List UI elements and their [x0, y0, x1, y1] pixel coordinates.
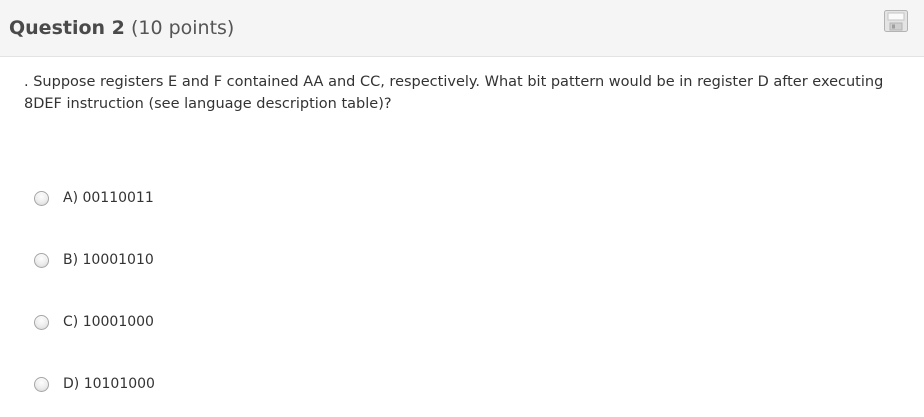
answer-option-a[interactable]: A) 00110011 [34, 186, 154, 210]
answer-option-d[interactable]: D) 10101000 [34, 372, 155, 396]
question-header: Question 2 (10 points) [0, 0, 924, 57]
answer-option-label: A) 00110011 [63, 190, 154, 206]
answer-option-c[interactable]: C) 10001000 [34, 310, 154, 334]
radio-button[interactable] [34, 190, 49, 206]
question-points: (10 points) [130, 17, 235, 39]
floppy-disk-icon [884, 10, 908, 32]
answer-option-label: B) 10001010 [63, 252, 154, 268]
answer-option-label: D) 10101000 [63, 376, 155, 392]
answer-option-b[interactable]: B) 10001010 [34, 248, 154, 272]
save-button[interactable] [884, 10, 908, 32]
question-number: Question 2 [9, 17, 125, 39]
radio-button[interactable] [34, 376, 49, 392]
question-title: Question 2 (10 points) [9, 16, 234, 40]
answer-option-label: C) 10001000 [63, 314, 154, 330]
question-text: . Suppose registers E and F contained AA… [24, 74, 884, 112]
radio-button[interactable] [34, 252, 49, 268]
radio-button[interactable] [34, 314, 49, 330]
